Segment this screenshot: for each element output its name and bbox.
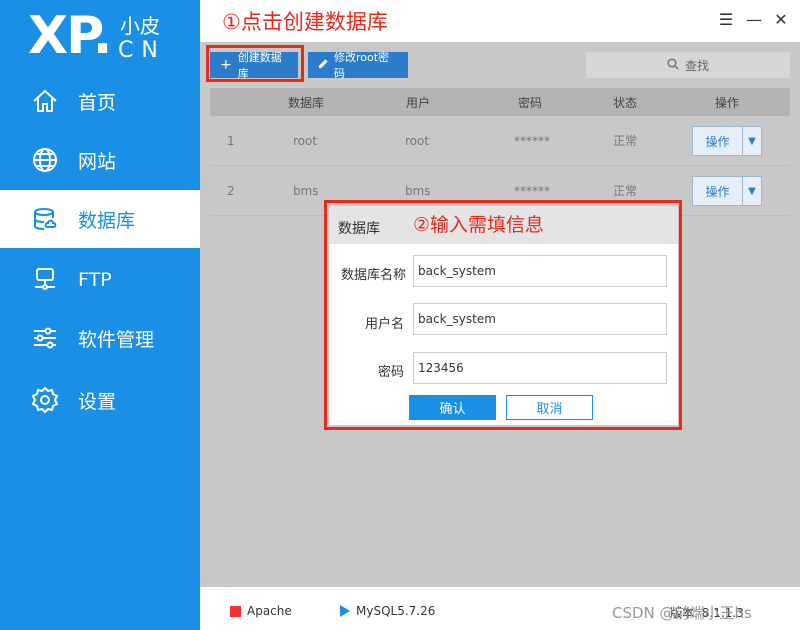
row-user: root: [405, 133, 430, 148]
sidebar-item-label: 设置: [78, 390, 117, 413]
sidebar: XP. 小皮 CN 首页 网站 数据库 FTP 软件管理 设置: [0, 0, 200, 630]
stopped-icon: [230, 605, 241, 617]
search-placeholder: 查找: [684, 58, 709, 73]
row-password: ******: [514, 133, 550, 148]
globe-icon: [30, 145, 60, 175]
sliders-icon: [30, 323, 60, 353]
menu-icon[interactable]: ☰: [716, 10, 736, 30]
change-root-password-label: 修改root密码: [334, 51, 390, 80]
app-logo: XP. 小皮 CN: [28, 6, 198, 76]
search-icon: [667, 57, 679, 73]
mysql-status[interactable]: MySQL5.7.26: [340, 604, 435, 618]
change-root-password-button[interactable]: 修改root密码: [308, 51, 408, 80]
gear-icon: [30, 385, 60, 415]
database-icon: [30, 204, 60, 234]
sidebar-item-label: 网站: [78, 150, 117, 173]
sidebar-item-ftp[interactable]: FTP: [0, 251, 200, 309]
table-row: 1 root root ****** 正常 操作 ▼: [210, 116, 790, 166]
apache-status[interactable]: Apache: [230, 604, 292, 618]
table-header: 数据库 用户 密码 状态 操作: [210, 88, 790, 116]
logo-sub-en: CN: [118, 38, 166, 63]
row-action-button[interactable]: 操作: [693, 127, 743, 155]
highlight-create-button: [206, 45, 304, 82]
column-header-action: 操作: [715, 95, 740, 110]
highlight-dialog: [324, 200, 682, 430]
column-header-user: 用户: [406, 95, 431, 110]
ftp-icon: [30, 265, 60, 295]
close-icon[interactable]: ✕: [771, 10, 791, 30]
row-status: 正常: [613, 134, 638, 148]
row-database: root: [293, 133, 318, 148]
sidebar-item-database[interactable]: 数据库: [0, 190, 200, 248]
logo-sub-cn: 小皮: [120, 14, 160, 38]
sidebar-item-settings[interactable]: 设置: [0, 371, 200, 429]
annotation-step1: ①点击创建数据库: [222, 10, 388, 34]
pencil-icon: [318, 58, 329, 72]
row-index: 2: [227, 183, 235, 198]
mysql-label: MySQL5.7.26: [356, 604, 436, 618]
minimize-icon[interactable]: —: [744, 10, 764, 30]
chevron-down-icon[interactable]: ▼: [743, 177, 761, 205]
sidebar-item-home[interactable]: 首页: [0, 72, 200, 130]
sidebar-item-label: 数据库: [78, 209, 136, 232]
sidebar-item-label: 软件管理: [78, 328, 155, 351]
row-action-button[interactable]: 操作: [693, 177, 743, 205]
column-header-status: 状态: [613, 95, 638, 110]
sidebar-item-website[interactable]: 网站: [0, 131, 200, 189]
sidebar-item-software[interactable]: 软件管理: [0, 309, 200, 367]
row-index: 1: [227, 133, 235, 148]
home-icon: [30, 86, 60, 116]
sidebar-item-label: 首页: [78, 91, 117, 114]
column-header-password: 密码: [518, 95, 543, 110]
row-action-dropdown[interactable]: 操作 ▼: [692, 126, 762, 156]
column-header-database: 数据库: [288, 95, 325, 110]
chevron-down-icon[interactable]: ▼: [743, 127, 761, 155]
apache-label: Apache: [247, 604, 292, 618]
watermark: CSDN @前端小王hs: [612, 604, 752, 622]
database-table: 数据库 用户 密码 状态 操作 1 root root ****** 正常 操作…: [210, 88, 790, 216]
row-database: bms: [293, 183, 319, 198]
sidebar-item-label: FTP: [78, 269, 112, 291]
search-input[interactable]: 查找: [586, 52, 790, 78]
logo-brand: XP.: [28, 6, 112, 66]
play-icon: [340, 605, 350, 617]
row-action-dropdown[interactable]: 操作 ▼: [692, 176, 762, 206]
